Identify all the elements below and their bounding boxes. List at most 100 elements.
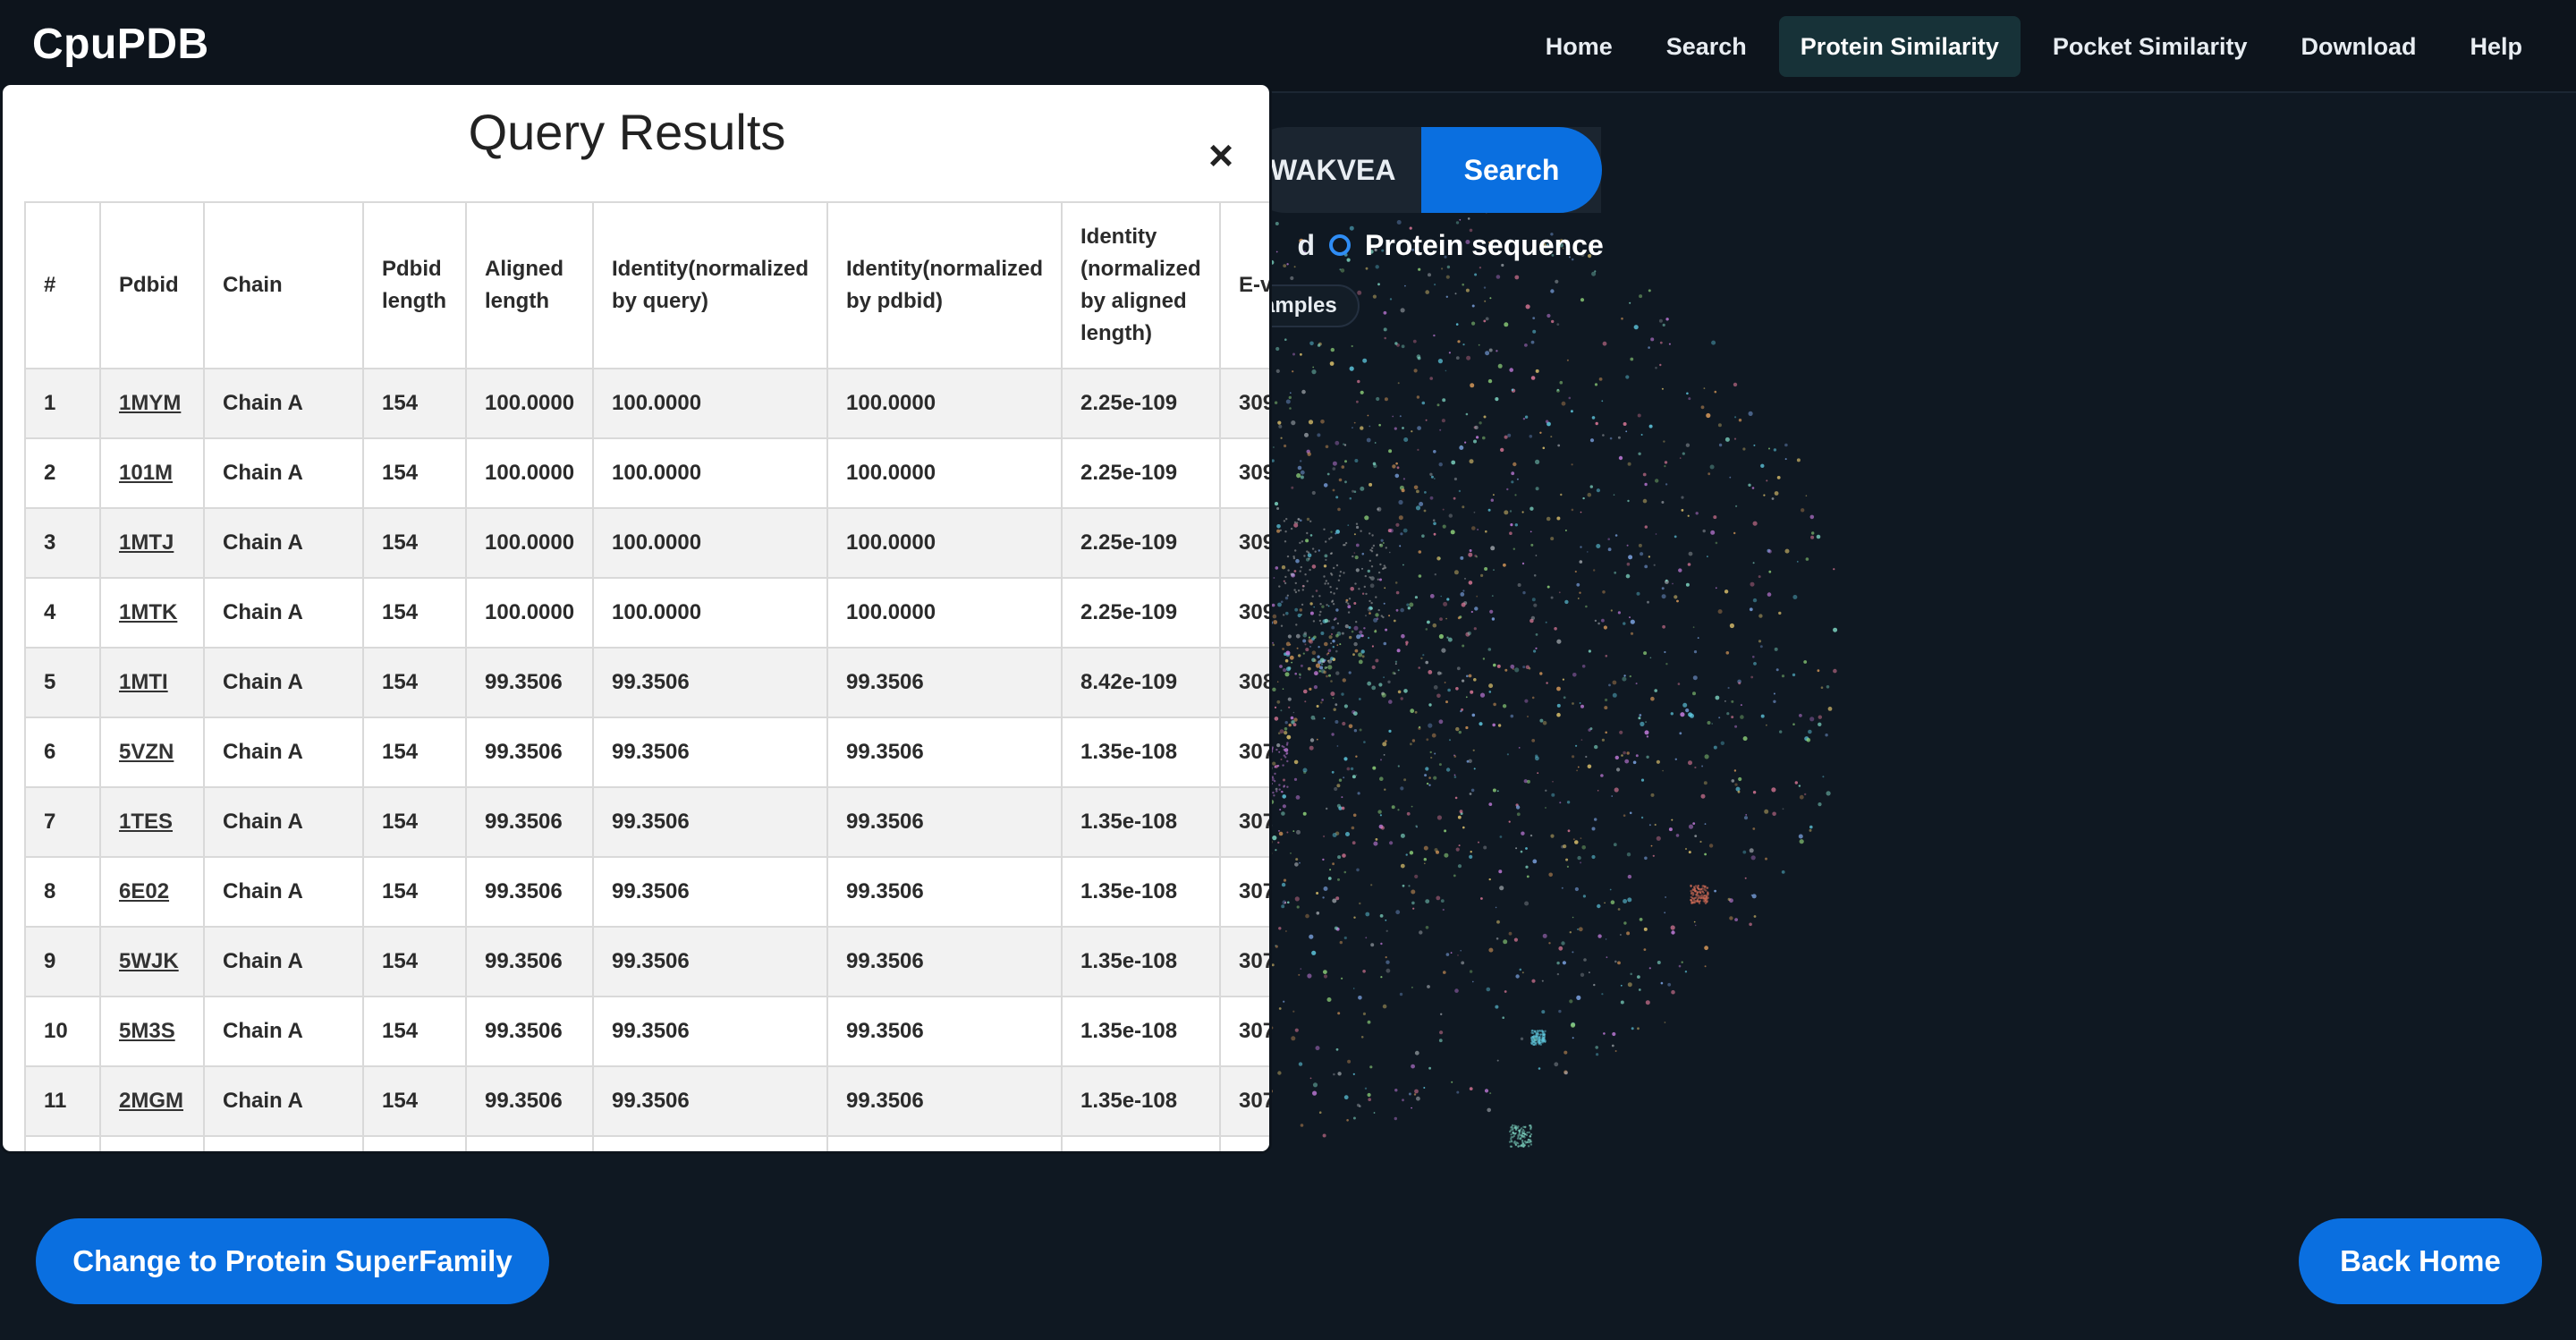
table-cell: 5VZN <box>99 717 205 788</box>
pdbid-link[interactable]: 1MTI <box>119 670 168 694</box>
cluster-point <box>1283 746 1285 749</box>
cluster-point <box>1410 708 1415 714</box>
protein-sequence-label[interactable]: Protein sequence <box>1365 229 1604 262</box>
cluster-point <box>1311 547 1315 550</box>
nav-protein-similarity[interactable]: Protein Similarity <box>1778 16 2021 77</box>
pdbid-link[interactable]: 2MGM <box>119 1089 183 1113</box>
nav-download[interactable]: Download <box>2279 16 2437 77</box>
table-row <box>24 1135 1269 1151</box>
search-button[interactable]: Search <box>1421 127 1602 213</box>
brand-logo[interactable]: CpuPDB <box>32 20 209 69</box>
pdbid-link[interactable]: 101M <box>119 461 173 485</box>
nav-pocket-similarity[interactable]: Pocket Similarity <box>2031 16 2269 77</box>
cluster-point <box>1379 914 1384 918</box>
pdbid-link[interactable]: 1MTK <box>119 600 177 624</box>
cluster-point <box>1337 579 1341 581</box>
pdbid-link[interactable]: 1MYM <box>119 391 181 415</box>
cluster-point <box>1432 519 1436 522</box>
cluster-point <box>1623 674 1626 677</box>
cluster-point <box>1330 536 1333 539</box>
table-cell <box>1061 1135 1221 1151</box>
cluster-point <box>1370 565 1374 568</box>
table-cell: 154 <box>362 577 467 649</box>
cluster-point <box>1443 601 1448 606</box>
cluster-point <box>1278 927 1282 930</box>
cluster-point <box>1438 1039 1443 1043</box>
pdbid-link[interactable]: 5VZN <box>119 740 174 764</box>
cluster-point <box>1656 835 1661 841</box>
cluster-point <box>1455 323 1459 326</box>
cluster-point <box>1645 721 1648 724</box>
pdbid-link[interactable]: 5M3S <box>119 1019 175 1043</box>
cluster-point <box>1444 682 1446 683</box>
cluster-point <box>1470 610 1473 614</box>
cluster-point <box>1499 835 1503 838</box>
protein-sequence-radio[interactable] <box>1329 234 1351 256</box>
table-cell: Chain A <box>203 437 364 509</box>
pdbid-link[interactable]: 1TES <box>119 810 173 834</box>
cluster-point <box>1343 704 1348 708</box>
nav-home[interactable]: Home <box>1524 16 1634 77</box>
cluster-point <box>1369 583 1375 589</box>
cluster-point <box>1360 649 1365 654</box>
cluster-point <box>1809 717 1815 722</box>
cluster-point <box>1394 473 1400 479</box>
cluster-point <box>1374 630 1377 633</box>
cluster-point <box>1360 1036 1364 1039</box>
change-superfamily-button[interactable]: Change to Protein SuperFamily <box>36 1218 549 1304</box>
cluster-point <box>1431 733 1436 738</box>
cluster-point <box>1361 592 1365 595</box>
cluster-point <box>1529 435 1533 438</box>
table-cell: 307 <box>1219 717 1269 788</box>
cluster-point <box>1318 595 1321 598</box>
close-icon[interactable]: × <box>1201 135 1241 178</box>
cluster-point <box>1563 1070 1568 1074</box>
cluster-point <box>1276 743 1281 748</box>
cluster-point <box>1513 1140 1516 1143</box>
cluster-point <box>1442 398 1446 403</box>
pdbid-link[interactable]: 5WJK <box>119 949 179 973</box>
cluster-point <box>1696 899 1699 902</box>
cluster-point <box>1471 321 1476 326</box>
table-row: 11 2MGM Chain A 154 99.3506 99.3506 99.3506 1.3… <box>24 1065 1269 1137</box>
nav-help[interactable]: Help <box>2448 16 2544 77</box>
cluster-point <box>1768 570 1772 573</box>
cluster-point <box>1687 563 1691 566</box>
cluster-point <box>1510 664 1515 669</box>
cluster-point <box>1796 561 1799 563</box>
cluster-point <box>1417 448 1419 451</box>
cluster-point <box>1294 896 1300 902</box>
cluster-point <box>1581 845 1586 850</box>
cluster-point <box>1768 447 1770 450</box>
results-table-container[interactable]: # Pdbid Chain Pdbid length Aligned length Ide… <box>24 201 1269 1151</box>
cluster-point <box>1753 444 1756 446</box>
cluster-point <box>1384 587 1386 589</box>
cluster-point <box>1691 897 1694 900</box>
cluster-point <box>1349 635 1352 640</box>
cluster-point <box>1356 634 1361 640</box>
cluster-point <box>1309 602 1313 606</box>
results-table: # Pdbid Chain Pdbid length Aligned length Ide… <box>24 201 1269 1151</box>
cluster-point <box>1399 415 1402 418</box>
cluster-point <box>1614 787 1619 793</box>
cluster-point <box>1286 742 1289 744</box>
cluster-point <box>1363 627 1366 630</box>
cluster-point <box>1664 650 1666 654</box>
cluster-point <box>1278 831 1284 836</box>
cluster-point <box>1548 942 1551 945</box>
cluster-point <box>1630 357 1634 361</box>
pdbid-link[interactable]: 1MTJ <box>119 530 174 555</box>
cluster-point <box>1474 425 1479 430</box>
nav-search[interactable]: Search <box>1645 16 1768 77</box>
cluster-point <box>1733 769 1737 772</box>
cluster-point <box>1388 615 1391 617</box>
back-home-button[interactable]: Back Home <box>2299 1218 2542 1304</box>
cluster-point <box>1358 652 1363 657</box>
cluster-point <box>1674 535 1677 539</box>
pdbid-link[interactable]: 6E02 <box>119 879 169 903</box>
cluster-point <box>1546 682 1548 684</box>
cluster-point <box>1284 540 1287 543</box>
cluster-point <box>1675 834 1680 837</box>
cluster-point <box>1414 710 1418 714</box>
cluster-point <box>1284 596 1289 600</box>
